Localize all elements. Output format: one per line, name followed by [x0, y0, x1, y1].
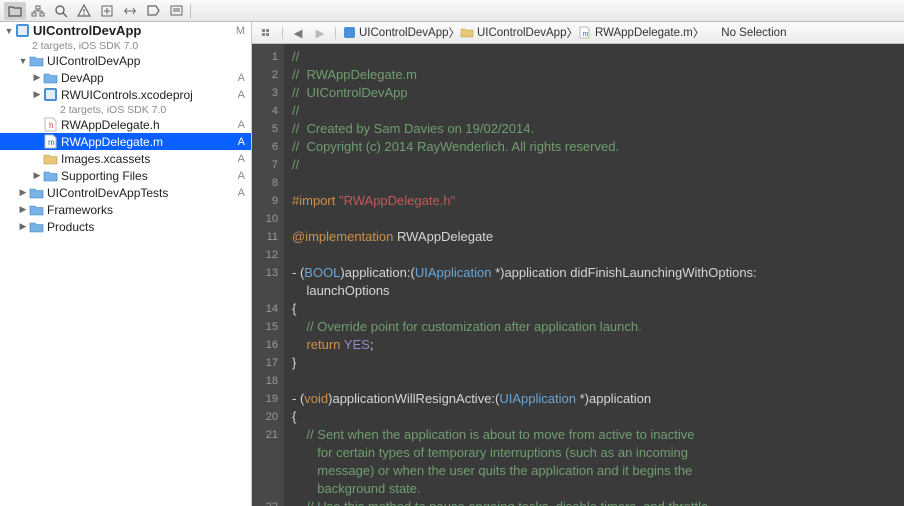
crumb-label: UIControlDevApp — [477, 27, 566, 39]
tree-label: RWAppDelegate.h — [61, 118, 234, 132]
tree-label: Products — [47, 220, 241, 234]
group-icon — [28, 219, 44, 235]
line-gutter: 1234567891011121314151617181920212223242… — [252, 44, 284, 506]
tree-label: Images.xcassets — [61, 152, 234, 166]
crumb-label: RWAppDelegate.m — [595, 27, 693, 39]
xcodeproj-icon — [14, 23, 30, 39]
xcodeproj-icon — [42, 87, 58, 103]
project-subtitle: 2 targets, iOS SDK 7.0 — [0, 39, 251, 52]
crumb-icon — [460, 26, 474, 40]
folder-icon[interactable] — [4, 2, 26, 20]
code-editor: ◀ ▶ UIControlDevApp〉UIControlDevApp〉mRWA… — [252, 22, 904, 506]
tree-label: DevApp — [61, 71, 234, 85]
code-area[interactable]: 1234567891011121314151617181920212223242… — [252, 44, 904, 506]
scm-badge: A — [238, 136, 245, 148]
crumb-icon — [704, 26, 718, 40]
log-icon[interactable] — [165, 2, 187, 20]
scm-badge: A — [238, 72, 245, 84]
header-icon: h — [42, 117, 58, 133]
breakpoints-icon[interactable] — [142, 2, 164, 20]
breadcrumb-rwappdelegate-m[interactable]: m RWAppDelegate.m — [578, 26, 693, 40]
project-navigator[interactable]: ▼ UIControlDevApp M 2 targets, iOS SDK 7… — [0, 22, 252, 506]
tree-label: RWAppDelegate.m — [61, 135, 234, 149]
disclosure-icon[interactable]: ▶ — [32, 89, 42, 100]
chevron-right-icon: 〉 — [566, 25, 578, 41]
tree-row[interactable]: h RWAppDelegate.h A — [0, 116, 251, 133]
warning-icon[interactable] — [73, 2, 95, 20]
svg-text:m: m — [48, 138, 55, 147]
tree-row[interactable]: ▶ RWUIControls.xcodeproj A — [0, 86, 251, 103]
crumb-label: No Selection — [721, 27, 786, 39]
crumb-icon: m — [578, 26, 592, 40]
tree-row[interactable]: ▶ UIControlDevAppTests A — [0, 184, 251, 201]
group-icon — [28, 202, 44, 218]
project-root[interactable]: ▼ UIControlDevApp M — [0, 22, 251, 39]
impl-icon: m — [42, 134, 58, 150]
tree-row-selected[interactable]: m RWAppDelegate.m A — [0, 133, 251, 150]
hierarchy-icon[interactable] — [27, 2, 49, 20]
disclosure-icon[interactable]: ▶ — [18, 221, 28, 232]
code-text[interactable]: //// RWAppDelegate.m// UIControlDevApp//… — [284, 44, 904, 506]
tree-label: Frameworks — [47, 203, 241, 217]
group-icon — [42, 70, 58, 86]
breadcrumb-uicontroldevapp[interactable]: UIControlDevApp — [342, 26, 448, 40]
tree-row[interactable]: ▶ Products — [0, 218, 251, 235]
tree-row[interactable]: ▶ DevApp A — [0, 69, 251, 86]
search-icon[interactable] — [50, 2, 72, 20]
assets-icon — [42, 151, 58, 167]
tree-row[interactable]: Images.xcassets A — [0, 150, 251, 167]
group-icon — [28, 185, 44, 201]
svg-text:h: h — [49, 121, 53, 130]
crumb-label: UIControlDevApp — [359, 27, 448, 39]
disclosure-icon[interactable]: ▼ — [18, 56, 28, 66]
breadcrumb-uicontroldevapp[interactable]: UIControlDevApp — [460, 26, 566, 40]
svg-text:m: m — [583, 31, 589, 38]
tree-row[interactable]: ▶ Supporting Files A — [0, 167, 251, 184]
scm-badge: A — [238, 119, 245, 131]
toolbar-separator — [190, 4, 191, 18]
scm-badge: A — [238, 170, 245, 182]
navigator-toolbar — [0, 0, 904, 22]
related-items-icon[interactable] — [258, 25, 276, 41]
tree-row[interactable]: ▼ UIControlDevApp — [0, 52, 251, 69]
scm-badge: A — [238, 153, 245, 165]
separator — [282, 27, 283, 39]
disclosure-icon[interactable]: ▶ — [32, 72, 42, 83]
tree-label: RWUIControls.xcodeproj — [61, 88, 234, 102]
disclosure-icon[interactable]: ▶ — [18, 204, 28, 215]
scm-badge: A — [238, 89, 245, 101]
scm-badge: A — [238, 187, 245, 199]
back-icon[interactable]: ◀ — [289, 25, 307, 41]
scm-badge: M — [236, 25, 245, 37]
tree-label: UIControlDevApp — [47, 54, 241, 68]
tree-subtitle: 2 targets, iOS SDK 7.0 — [0, 103, 251, 116]
separator — [335, 27, 336, 39]
breadcrumb-no-selection[interactable]: No Selection — [704, 26, 786, 40]
jump-bar: ◀ ▶ UIControlDevApp〉UIControlDevApp〉mRWA… — [252, 22, 904, 44]
tree-label: UIControlDevAppTests — [47, 186, 234, 200]
group-icon — [28, 53, 44, 69]
chevron-right-icon: 〉 — [693, 25, 705, 41]
forward-icon[interactable]: ▶ — [311, 25, 329, 41]
tree-row[interactable]: ▶ Frameworks — [0, 201, 251, 218]
chevron-right-icon: 〉 — [448, 25, 460, 41]
tree-label: Supporting Files — [61, 169, 234, 183]
disclosure-icon[interactable]: ▶ — [18, 187, 28, 198]
tests-icon[interactable] — [96, 2, 118, 20]
debug-icon[interactable] — [119, 2, 141, 20]
group-icon — [42, 168, 58, 184]
disclosure-icon[interactable]: ▶ — [32, 170, 42, 181]
disclosure-icon[interactable]: ▼ — [4, 26, 14, 36]
crumb-icon — [342, 26, 356, 40]
project-name: UIControlDevApp — [33, 23, 232, 38]
